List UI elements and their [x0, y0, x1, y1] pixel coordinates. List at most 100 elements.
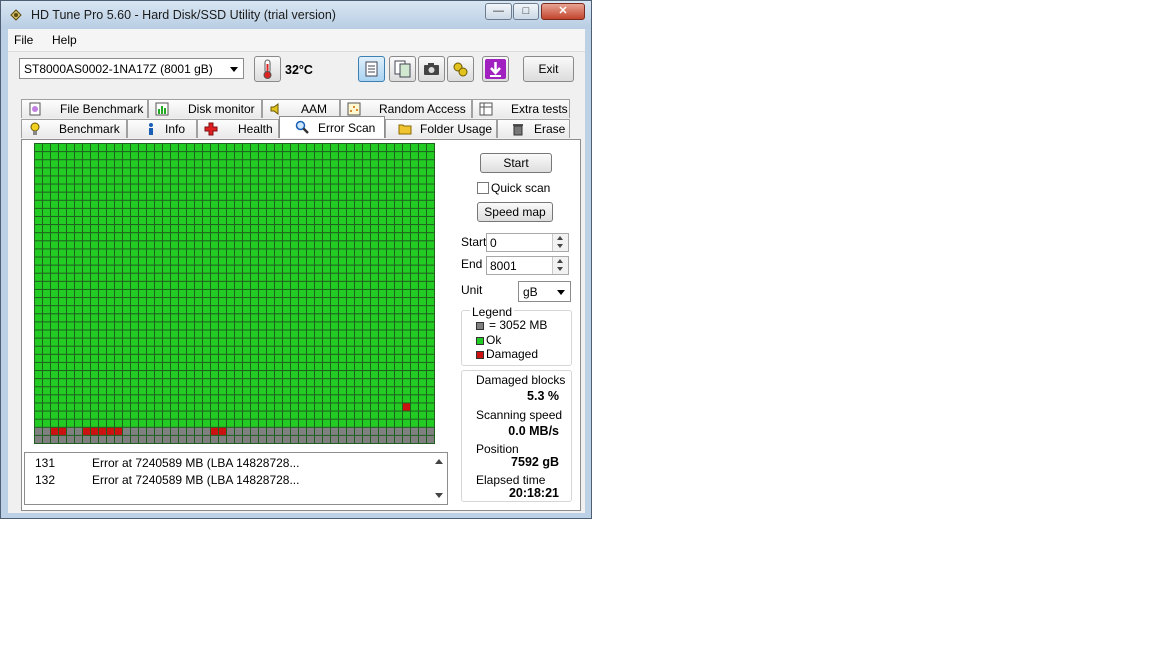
block-cell [315, 241, 322, 249]
block-cell [299, 427, 306, 435]
block-cell [315, 306, 322, 314]
options-button[interactable] [447, 56, 474, 82]
block-cell [251, 403, 258, 411]
block-cell [99, 322, 106, 330]
block-cell [99, 387, 106, 395]
tab-extra-tests[interactable]: Extra tests [472, 99, 570, 118]
block-cell [203, 289, 210, 298]
close-button[interactable]: ✕ [541, 3, 585, 20]
quick-scan-checkbox[interactable] [477, 182, 489, 194]
block-cell [355, 233, 362, 241]
block-cell [99, 435, 106, 443]
block-cell [251, 411, 258, 419]
copy-text-button[interactable] [358, 56, 385, 82]
block-cell [203, 354, 210, 362]
block-cell [35, 160, 42, 168]
menu-file[interactable]: File [14, 33, 33, 47]
block-cell [115, 152, 122, 160]
block-cell [419, 379, 426, 387]
block-cell [427, 338, 434, 346]
block-cell [267, 346, 274, 354]
block-cell [379, 265, 386, 273]
start-scan-button[interactable]: Start [480, 153, 552, 173]
block-cell [363, 395, 370, 403]
exit-button[interactable]: Exit [523, 56, 574, 82]
block-cell [403, 371, 410, 379]
block-cell [363, 249, 370, 257]
block-cell [147, 168, 154, 176]
copy-all-button[interactable] [389, 56, 416, 82]
block-cell [211, 265, 218, 273]
block-cell [67, 419, 74, 427]
block-cell [203, 184, 210, 192]
block-cell [155, 257, 162, 265]
block-cell [419, 208, 426, 216]
start-spinner[interactable] [552, 234, 568, 251]
tab-disk-monitor[interactable]: Disk monitor [148, 99, 262, 118]
tab-error-scan[interactable]: Error Scan [279, 116, 385, 138]
save-button[interactable] [482, 56, 509, 82]
block-cell [307, 362, 314, 371]
block-cell [67, 281, 74, 289]
block-cell [75, 216, 82, 225]
block-cell [43, 168, 50, 176]
block-cell [427, 152, 434, 160]
block-cell [243, 298, 250, 306]
block-cell [227, 281, 234, 289]
block-cell [379, 168, 386, 176]
block-cell [259, 168, 266, 176]
block-cell [211, 362, 218, 371]
scroll-down-arrow-icon[interactable] [435, 493, 443, 498]
tab-erase[interactable]: Erase [497, 119, 570, 138]
block-cell [339, 152, 346, 160]
scroll-up-arrow-icon[interactable] [435, 459, 443, 464]
maximize-button[interactable]: □ [513, 3, 539, 20]
block-cell [387, 176, 394, 184]
block-cell [323, 306, 330, 314]
block-cell [155, 306, 162, 314]
temperature-button[interactable] [254, 56, 281, 82]
menu-help[interactable]: Help [52, 33, 77, 47]
block-cell [403, 249, 410, 257]
block-cell [299, 233, 306, 241]
block-cell [339, 216, 346, 225]
end-input[interactable]: 8001 [486, 256, 569, 275]
start-input[interactable]: 0 [486, 233, 569, 252]
drive-select[interactable]: ST8000AS0002-1NA17Z (8001 gB) [19, 58, 244, 79]
block-cell [99, 354, 106, 362]
block-cell [307, 427, 314, 435]
block-cell [411, 435, 418, 443]
block-cell [307, 289, 314, 298]
tab-benchmark[interactable]: Benchmark [21, 119, 127, 138]
tab-folder-usage-label: Folder Usage [420, 122, 493, 136]
block-cell [147, 338, 154, 346]
end-spinner[interactable] [552, 257, 568, 274]
block-cell [195, 379, 202, 387]
block-cell [307, 160, 314, 168]
block-cell [259, 411, 266, 419]
block-cell [251, 273, 258, 281]
tab-folder-usage[interactable]: Folder Usage [385, 119, 497, 138]
block-cell [411, 160, 418, 168]
block-cell [395, 249, 402, 257]
screenshot-button[interactable] [418, 56, 445, 82]
tab-file-benchmark[interactable]: File Benchmark [21, 99, 148, 118]
block-cell [291, 322, 298, 330]
minimize-button[interactable]: — [485, 3, 512, 20]
lightbulb-icon [30, 122, 40, 135]
tab-info[interactable]: Info [127, 119, 197, 138]
block-cell [203, 208, 210, 216]
block-cell [155, 216, 162, 225]
block-cell [107, 281, 114, 289]
block-cell [347, 387, 354, 395]
block-cell [291, 371, 298, 379]
block-cell [291, 411, 298, 419]
tab-health[interactable]: Health [197, 119, 279, 138]
unit-select[interactable]: gB [518, 281, 571, 302]
block-cell [371, 419, 378, 427]
block-cell [315, 387, 322, 395]
block-cell [371, 184, 378, 192]
speed-map-button[interactable]: Speed map [477, 202, 553, 222]
block-cell [227, 249, 234, 257]
block-cell [331, 427, 338, 435]
